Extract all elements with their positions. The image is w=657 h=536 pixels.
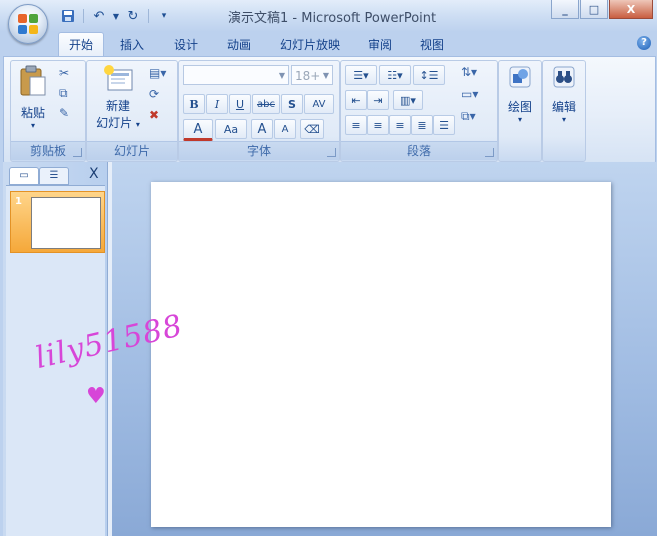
paragraph-label: 段落 [341,141,497,160]
smartart-icon[interactable]: ⧉▾ [461,109,476,124]
find-binoculars-icon [553,66,575,88]
new-slide-icon [104,65,133,91]
change-case-button[interactable]: Aa [215,119,247,139]
drawing-label: 绘图 [507,100,532,114]
qat-separator [148,9,149,23]
undo-dropdown-icon[interactable]: ▼ [111,6,121,26]
font-name-dropdown-icon: ▼ [278,71,285,80]
tab-insert[interactable]: 插入 [112,34,152,56]
paste-label: 粘贴 [20,106,45,120]
editing-button[interactable]: 编辑 ▾ [544,65,584,124]
ribbon: 粘贴 ▾ ✂ ⧉ ✎ 剪贴板 新建 幻灯片 ▾ ▤▾ ⟳ ✖ 幻灯片 ▼ 18+… [3,56,656,164]
bold-button[interactable]: B [183,94,205,114]
new-slide-label-1: 新建 [105,99,130,113]
font-launcher-icon[interactable] [327,148,336,157]
title-bar: ↶ ▼ ↻ ▾ 演示文稿1 - Microsoft PowerPoint _ □… [0,0,657,44]
quick-access-toolbar: ↶ ▼ ↻ ▾ [58,6,174,26]
outline-tab-icon[interactable]: ☰ [39,167,69,185]
customize-arrow-icon[interactable]: ▾ [154,6,174,26]
window-controls: _ □ X [551,0,653,19]
drawing-group: 绘图 ▾ [498,60,542,162]
panel-close-button[interactable]: X [89,166,99,182]
undo-icon[interactable]: ↶ [89,6,109,26]
close-button[interactable]: X [609,0,653,19]
cut-icon[interactable]: ✂ [59,66,69,80]
new-slide-button[interactable]: 新建 幻灯片 ▾ [89,64,147,131]
font-size-value: 18+ [295,69,321,83]
layout-icon[interactable]: ▤▾ [149,66,166,80]
paste-icon [20,65,46,96]
tab-view[interactable]: 视图 [412,34,452,56]
slide-thumbnail [31,197,101,249]
decrease-indent-icon[interactable]: ⇤ [345,90,367,110]
save-icon[interactable] [58,6,78,26]
slide-canvas[interactable] [151,182,611,527]
shrink-font-button[interactable]: A [274,119,296,139]
font-name-combo[interactable]: ▼ [183,65,289,85]
slides-tab-icon[interactable]: ▭ [9,167,39,185]
clipboard-group: 粘贴 ▾ ✂ ⧉ ✎ 剪贴板 [10,60,86,162]
align-center-icon[interactable]: ≡ [367,115,389,135]
line-spacing-icon[interactable]: ↕☰ [413,65,445,85]
minimize-button[interactable]: _ [551,0,579,19]
format-painter-icon[interactable]: ✎ [59,106,69,120]
watermark-heart-icon: ♥ [86,384,106,409]
slides-label: 幻灯片 [87,141,177,160]
redo-icon[interactable]: ↻ [123,6,143,26]
bullets-icon[interactable]: ☰▾ [345,65,377,85]
office-button[interactable] [8,4,48,44]
drawing-dropdown-icon: ▾ [517,115,522,124]
distributed-icon[interactable]: ☰ [433,115,455,135]
paste-button[interactable]: 粘贴 ▾ [15,65,51,130]
copy-icon[interactable]: ⧉ [59,86,68,101]
shapes-icon [509,66,531,88]
grow-font-button[interactable]: A [251,119,273,139]
ribbon-tabs: 开始 插入 设计 动画 幻灯片放映 审阅 视图 [0,32,657,58]
clear-formatting-icon[interactable]: ⌫ [300,119,324,139]
maximize-button[interactable]: □ [580,0,608,19]
editing-group: 编辑 ▾ [542,60,586,162]
slide-number: 1 [15,196,22,207]
delete-slide-icon[interactable]: ✖ [149,108,159,122]
editing-label: 编辑 [551,100,576,114]
new-slide-label-2: 幻灯片 ▾ [96,116,140,130]
numbering-icon[interactable]: ☷▾ [379,65,411,85]
help-icon[interactable]: ? [637,36,651,50]
columns-icon[interactable]: ▥▾ [393,90,423,110]
font-label: 字体 [179,141,339,160]
font-color-button[interactable]: A [183,119,213,141]
align-right-icon[interactable]: ≡ [389,115,411,135]
underline-button[interactable]: U [229,94,251,114]
text-direction-icon[interactable]: ⇅▾ [461,65,477,79]
justify-icon[interactable]: ≣ [411,115,433,135]
slide-editing-area [112,162,657,536]
align-text-icon[interactable]: ▭▾ [461,87,478,101]
slide-thumbnail-selected[interactable]: 1 [10,191,105,253]
tab-slideshow[interactable]: 幻灯片放映 [272,34,348,56]
office-logo-icon [18,14,38,34]
tab-design[interactable]: 设计 [166,34,206,56]
align-left-icon[interactable]: ≡ [345,115,367,135]
font-group: ▼ 18+ ▼ B I U abc S AV A Aa A A ⌫ 字体 [178,60,340,162]
paragraph-group: ☰▾ ☷▾ ↕☰ ⇅▾ ⇤ ⇥ ▥▾ ▭▾ ≡ ≡ ≡ ≣ ☰ ⧉▾ 段落 [340,60,498,162]
editing-dropdown-icon: ▾ [561,115,566,124]
font-size-dropdown-icon: ▼ [322,71,329,80]
paragraph-launcher-icon[interactable] [485,148,494,157]
character-spacing-button[interactable]: AV [304,94,334,114]
drawing-button[interactable]: 绘图 ▾ [500,65,540,124]
tab-home[interactable]: 开始 [58,32,104,58]
qat-separator [83,9,84,23]
italic-button[interactable]: I [206,94,228,114]
tab-animation[interactable]: 动画 [219,34,259,56]
font-size-combo[interactable]: 18+ ▼ [291,65,333,85]
paste-dropdown-icon: ▾ [30,121,35,130]
reset-icon[interactable]: ⟳ [149,87,159,101]
window-title: 演示文稿1 - Microsoft PowerPoint [228,11,437,26]
tab-review[interactable]: 审阅 [360,34,400,56]
increase-indent-icon[interactable]: ⇥ [367,90,389,110]
clipboard-launcher-icon[interactable] [73,148,82,157]
slides-group: 新建 幻灯片 ▾ ▤▾ ⟳ ✖ 幻灯片 [86,60,178,162]
shadow-button[interactable]: S [281,94,303,114]
strikethrough-button[interactable]: abc [252,94,280,114]
